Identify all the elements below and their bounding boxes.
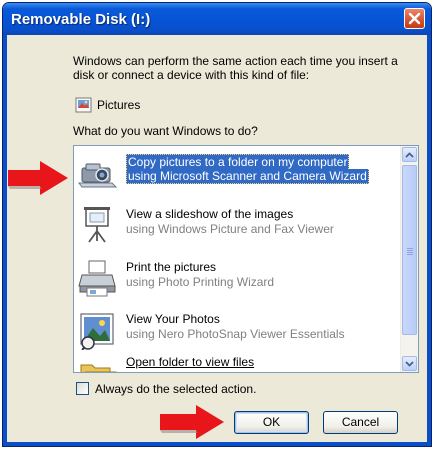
action-listbox[interactable]: Copy pictures to a folder on my computer… bbox=[73, 145, 419, 373]
action-label: Copy pictures to a folder on my computer bbox=[126, 154, 350, 169]
open-folder-icon bbox=[80, 364, 117, 372]
close-x-icon bbox=[408, 12, 421, 25]
action-sublabel: using Microsoft Scanner and Camera Wizar… bbox=[126, 169, 369, 184]
action-sublabel: using Windows Picture and Fax Viewer bbox=[126, 222, 334, 236]
action-label: View a slideshow of the images bbox=[126, 207, 294, 221]
window-frame-bottom bbox=[3, 442, 431, 446]
cancel-button[interactable]: Cancel bbox=[323, 411, 398, 434]
action-label: Print the pictures bbox=[126, 260, 217, 274]
vertical-scrollbar[interactable] bbox=[400, 146, 418, 372]
slideshow-projector-icon bbox=[84, 207, 110, 243]
scroll-up-button[interactable] bbox=[402, 147, 417, 162]
thumb-grip bbox=[407, 248, 413, 249]
intro-text: Windows can perform the same action each… bbox=[73, 54, 398, 82]
question-text: What do you want Windows to do? bbox=[73, 124, 258, 138]
chevron-down-icon bbox=[405, 360, 414, 367]
printer-icon bbox=[78, 260, 116, 297]
action-sublabel: using Nero PhotoSnap Viewer Essentials bbox=[126, 327, 345, 341]
window-frame-right bbox=[427, 35, 431, 446]
close-button[interactable] bbox=[404, 8, 425, 29]
list-item-copy-pictures[interactable]: Copy pictures to a folder on my computer… bbox=[74, 148, 400, 200]
always-do-label: Always do the selected action. bbox=[95, 382, 257, 396]
content-type-label: Pictures bbox=[97, 98, 141, 112]
ok-button[interactable]: OK bbox=[234, 411, 309, 434]
list-item-slideshow[interactable]: View a slideshow of the images using Win… bbox=[74, 201, 400, 253]
action-sublabel: using Photo Printing Wizard bbox=[126, 275, 275, 289]
window-frame-left bbox=[3, 35, 7, 446]
pictures-icon bbox=[75, 97, 92, 113]
list-item-print[interactable]: Print the pictures using Photo Printing … bbox=[74, 254, 400, 306]
action-label: View Your Photos bbox=[126, 312, 220, 326]
scanner-camera-icon bbox=[78, 163, 118, 188]
photo-viewer-icon bbox=[80, 313, 114, 350]
action-label: Open folder to view files bbox=[126, 355, 255, 369]
annotation-arrow-icon bbox=[160, 405, 224, 439]
chevron-up-icon bbox=[405, 151, 414, 158]
list-item-open-folder[interactable]: Open folder to view files bbox=[74, 349, 400, 372]
annotation-arrow-icon bbox=[8, 161, 68, 195]
scroll-thumb[interactable] bbox=[402, 165, 417, 335]
window-title: Removable Disk (I:) bbox=[11, 11, 151, 28]
always-do-checkbox[interactable] bbox=[76, 382, 89, 395]
title-bar[interactable]: Removable Disk (I:) bbox=[3, 3, 431, 35]
scroll-down-button[interactable] bbox=[402, 356, 417, 371]
